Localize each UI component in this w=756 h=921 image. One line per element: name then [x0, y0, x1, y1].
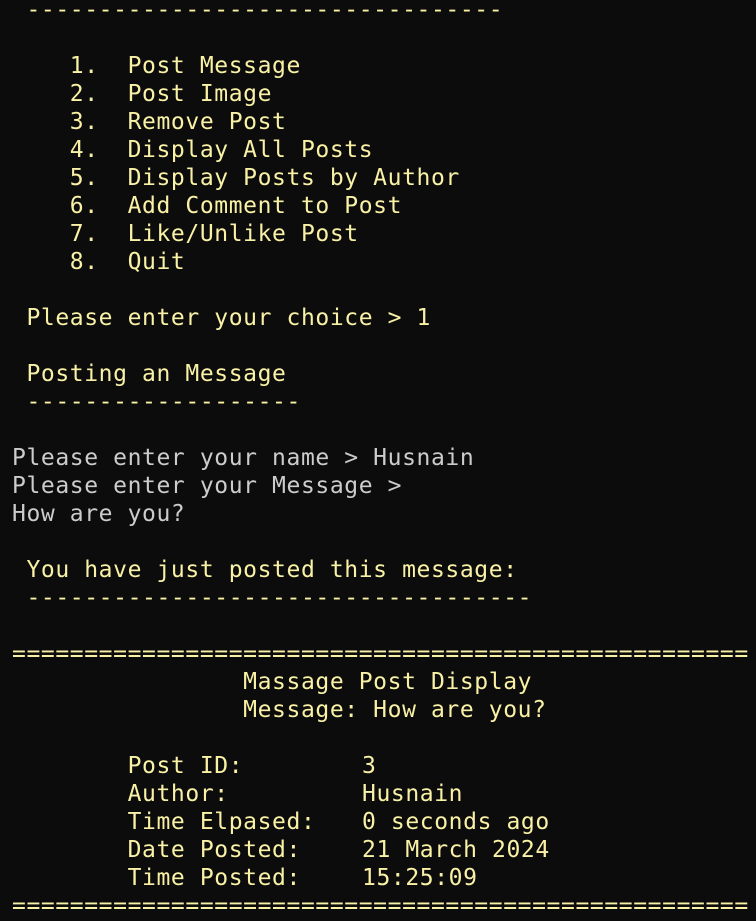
time-elapsed-label: Time Elpased:: [12, 809, 316, 835]
time-elapsed-value: 0 seconds ago: [362, 809, 550, 835]
message-prompt: Please enter your Message >: [12, 473, 403, 499]
menu-item-post-message: 1. Post Message: [12, 53, 301, 79]
time-posted-value: 15:25:09: [362, 865, 478, 891]
menu-item-like-unlike: 7. Like/Unlike Post: [12, 221, 359, 247]
choice-prompt: Please enter your choice > 1: [12, 305, 431, 331]
display-border-top: ========================================…: [12, 641, 749, 667]
menu-top-rule: ---------------------------------: [12, 0, 504, 23]
post-id-label: Post ID:: [12, 753, 244, 779]
menu-item-display-all-posts: 4. Display All Posts: [12, 137, 374, 163]
menu-item-post-image: 2. Post Image: [12, 81, 273, 107]
menu-item-quit: 8. Quit: [12, 249, 186, 275]
confirm-rule: -----------------------------------: [12, 585, 533, 611]
post-id-value: 3: [362, 753, 377, 779]
display-message: Message: How are you?: [12, 697, 547, 723]
message-input-echo: How are you?: [12, 501, 186, 527]
display-title: Massage Post Display: [12, 669, 533, 695]
time-posted-label: Time Posted:: [12, 865, 301, 891]
confirm-heading: You have just posted this message:: [12, 557, 518, 583]
display-border-bottom: ========================================…: [12, 893, 749, 919]
author-label: Author:: [12, 781, 229, 807]
author-value: Husnain: [362, 781, 464, 807]
name-prompt: Please enter your name > Husnain: [12, 445, 475, 471]
date-posted-label: Date Posted:: [12, 837, 301, 863]
posting-heading: Posting an Message: [12, 361, 287, 387]
menu-item-display-by-author: 5. Display Posts by Author: [12, 165, 460, 191]
menu-item-add-comment: 6. Add Comment to Post: [12, 193, 403, 219]
terminal-window[interactable]: --------------------------------- 1. Pos…: [12, 0, 756, 921]
menu-item-remove-post: 3. Remove Post: [12, 109, 287, 135]
posting-rule: -------------------: [12, 389, 301, 415]
date-posted-value: 21 March 2024: [362, 837, 550, 863]
